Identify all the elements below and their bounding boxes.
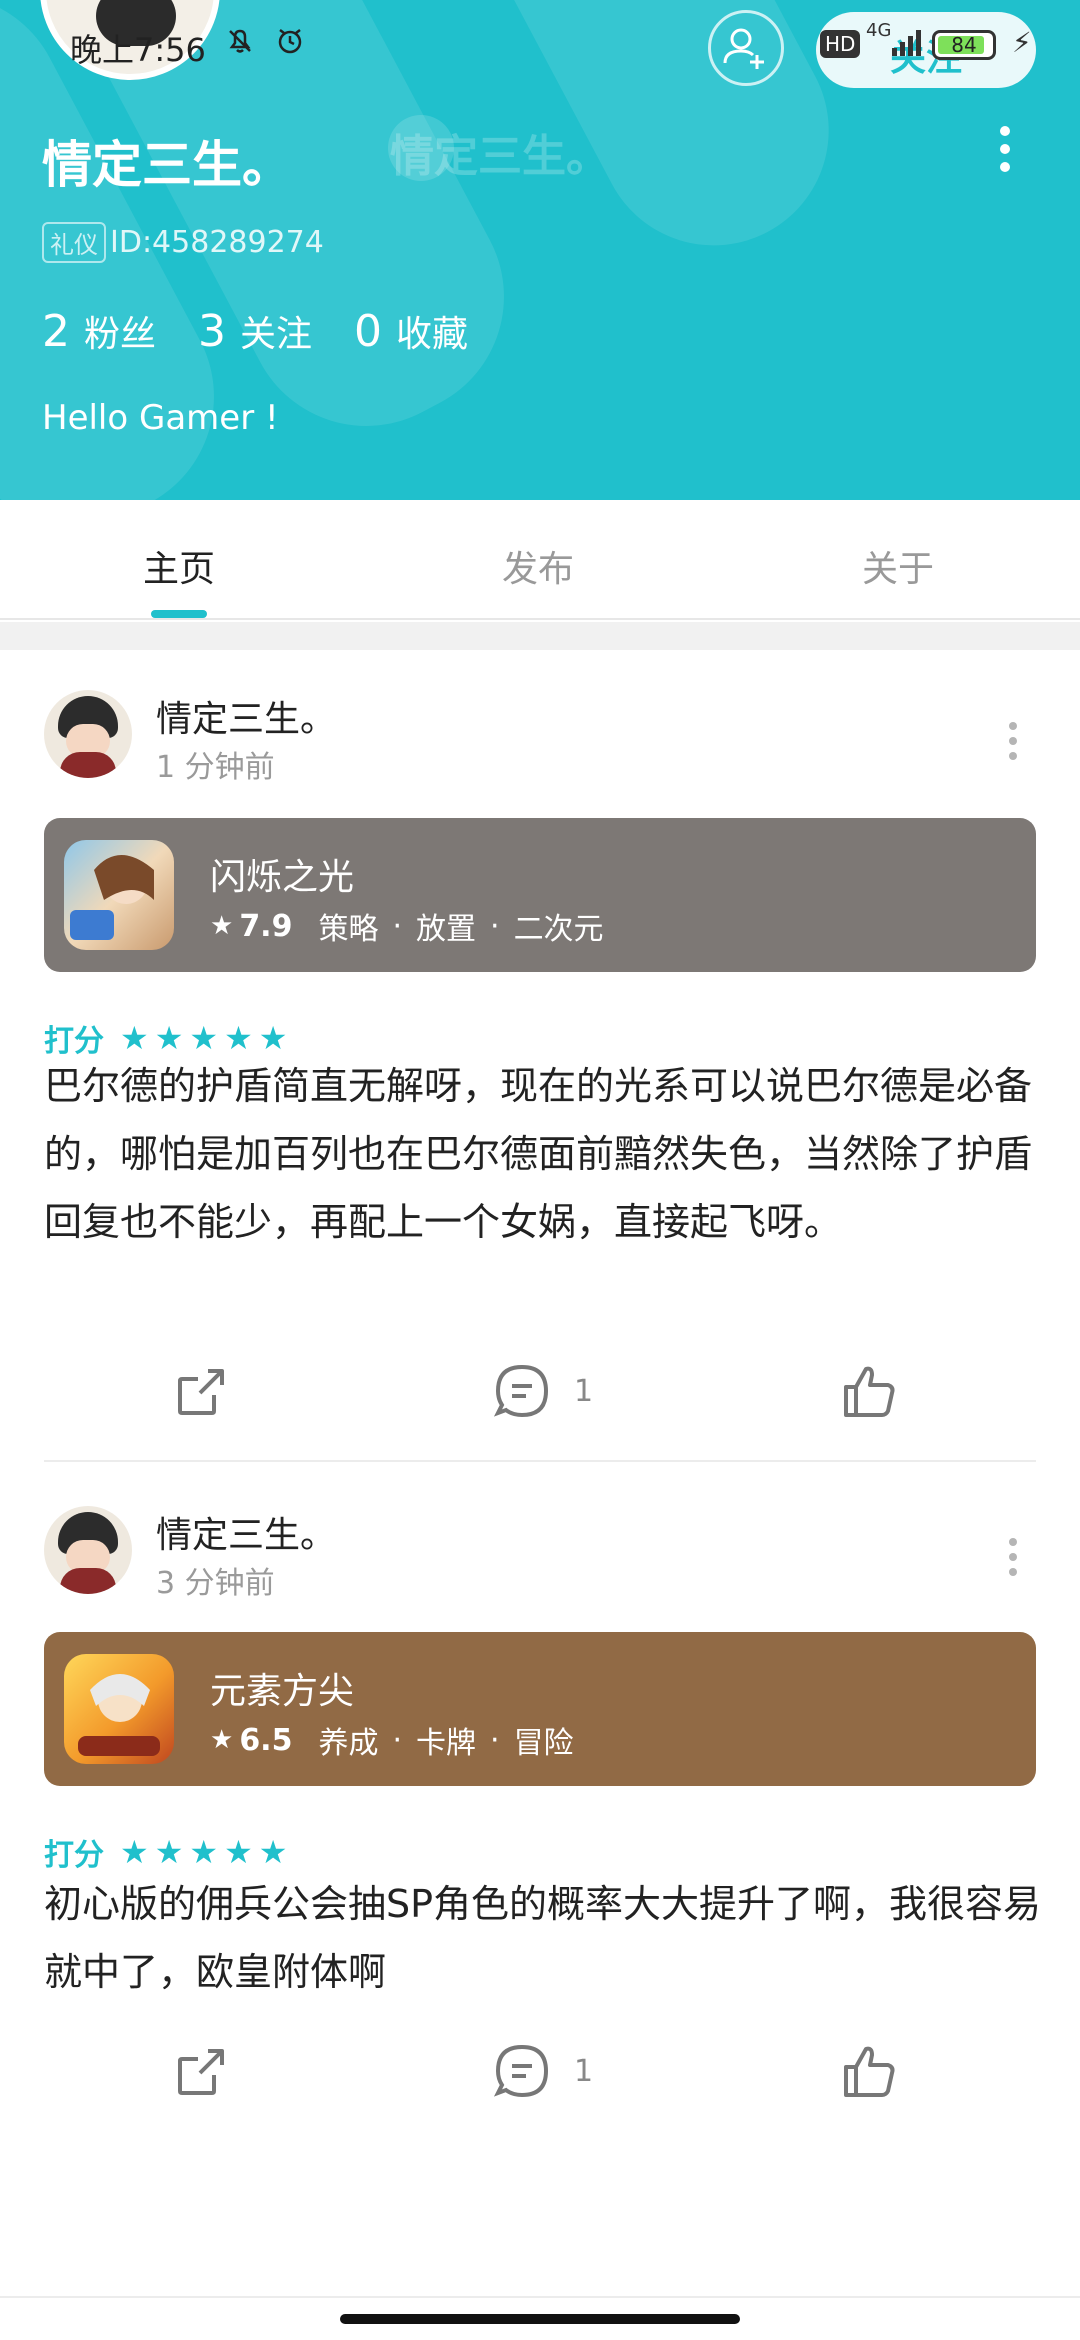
- feed-post: 情定三生。 1 分钟前 闪烁之光 ★ 7.9 策略 · 放置 · 二次元 打分 …: [0, 650, 1080, 1466]
- share-button[interactable]: [170, 2036, 230, 2106]
- game-tag: 冒险: [513, 1726, 574, 1761]
- rating-star-icon: ★: [154, 1833, 184, 1871]
- game-meta: ★ 6.5 养成 · 卡牌 · 冒险: [210, 1718, 588, 1762]
- thumbs-up-icon: [844, 1366, 895, 1417]
- like-button[interactable]: [838, 1356, 898, 1426]
- share-button[interactable]: [170, 1356, 230, 1426]
- stat-number: 2: [42, 306, 70, 357]
- rating-star-icon: ★: [189, 1833, 219, 1871]
- post-text[interactable]: 初心版的佣兵公会抽SP角色的概率大大提升了啊，我很容易就中了，欧皇附体啊: [44, 1870, 1044, 2006]
- profile-id: ID:458289274: [110, 225, 324, 260]
- comment-button[interactable]: 1: [492, 1356, 593, 1426]
- share-icon: [178, 1369, 224, 1415]
- stat-label: 收藏: [396, 314, 469, 355]
- profile-id-row: 礼仪 ID:458289274: [42, 222, 324, 263]
- profile-name: 情定三生。: [42, 136, 292, 194]
- stat-followers[interactable]: 2 粉丝: [42, 305, 156, 357]
- profile-header: 晚上7:56 关注 HD 4G 84 ⚡ 情定三生。 情定三生。 礼仪 ID:4…: [0, 0, 1080, 500]
- post-more-button[interactable]: [1006, 722, 1020, 762]
- bell-muted-icon: [222, 25, 258, 61]
- game-tag: 放置: [416, 912, 477, 947]
- game-score: 7.9: [239, 908, 293, 944]
- post-divider: [44, 1460, 1036, 1462]
- game-tag: 养成: [318, 1726, 379, 1761]
- post-author[interactable]: 情定三生。: [156, 1506, 336, 1558]
- game-meta: ★ 7.9 策略 · 放置 · 二次元: [210, 904, 618, 948]
- add-friend-button[interactable]: [708, 10, 784, 86]
- status-bar: 晚上7:56 关注 HD 4G 84 ⚡: [0, 0, 1080, 90]
- comment-icon: [493, 2044, 549, 2098]
- game-tag: 策略: [318, 912, 379, 947]
- share-icon: [178, 2049, 224, 2095]
- comment-icon: [493, 1364, 549, 1418]
- game-title: 元素方尖: [210, 1671, 355, 1712]
- rating-star-icon: ★: [224, 1833, 253, 1871]
- alarm-icon: [272, 25, 308, 61]
- stat-following[interactable]: 3 关注: [198, 305, 312, 357]
- comment-count: 1: [574, 2053, 594, 2089]
- status-time: 晚上7:56: [70, 31, 206, 69]
- author-avatar[interactable]: [44, 690, 132, 778]
- post-author[interactable]: 情定三生。: [156, 690, 336, 742]
- profile-tabs: 主页 发布 关于: [0, 500, 1080, 620]
- like-button[interactable]: [838, 2036, 898, 2106]
- feed-post: 情定三生。 3 分钟前 元素方尖 ★ 6.5 养成 · 卡牌 · 冒险 打分 ★…: [0, 1466, 1080, 2166]
- rating-star-icon: ★: [258, 1833, 288, 1871]
- battery-level: 84: [951, 33, 977, 57]
- star-icon: ★: [210, 911, 234, 941]
- stat-label: 粉丝: [84, 314, 157, 355]
- tab-active-indicator: [151, 610, 207, 618]
- game-tag: 卡牌: [416, 1726, 477, 1761]
- game-card[interactable]: 元素方尖 ★ 6.5 养成 · 卡牌 · 冒险: [44, 1632, 1036, 1786]
- section-gap: [0, 622, 1080, 650]
- tab-home[interactable]: 主页: [143, 540, 215, 592]
- profile-bio: Hello Gamer !: [42, 398, 279, 438]
- network-label: 4G: [866, 20, 892, 41]
- game-tag: 二次元: [513, 912, 604, 947]
- rating-label: 打分: [44, 1838, 104, 1873]
- battery-icon: 84: [932, 30, 996, 60]
- game-icon: [64, 840, 174, 950]
- game-score: 6.5: [239, 1722, 293, 1758]
- stat-label: 关注: [240, 314, 313, 355]
- tab-posts[interactable]: 发布: [502, 540, 574, 592]
- comment-count: 1: [574, 1373, 594, 1409]
- hd-badge: HD: [820, 30, 861, 58]
- star-icon: ★: [210, 1725, 234, 1755]
- stat-number: 0: [354, 306, 383, 357]
- stat-favorites[interactable]: 0 收藏: [354, 305, 468, 357]
- post-time: 1 分钟前: [156, 750, 275, 785]
- rating-row: 打分 ★ ★ ★ ★ ★: [44, 1830, 293, 1874]
- header-watermark-name: 情定三生。: [390, 131, 610, 182]
- author-avatar[interactable]: [44, 1506, 132, 1594]
- game-card[interactable]: 闪烁之光 ★ 7.9 策略 · 放置 · 二次元: [44, 818, 1036, 972]
- post-more-button[interactable]: [1006, 1538, 1020, 1578]
- profile-stats: 2 粉丝 3 关注 0 收藏: [42, 305, 510, 357]
- etiquette-badge: 礼仪: [42, 222, 106, 263]
- tab-about[interactable]: 关于: [862, 540, 934, 592]
- thumbs-up-icon: [844, 2046, 895, 2097]
- signal-icon: [892, 30, 921, 56]
- bottom-divider: [0, 2296, 1080, 2298]
- post-actions: 1: [0, 2036, 1080, 2116]
- comment-button[interactable]: 1: [492, 2036, 593, 2106]
- game-icon: [64, 1654, 174, 1764]
- post-text[interactable]: 巴尔德的护盾简直无解呀，现在的光系可以说巴尔德是必备的，哪怕是加百列也在巴尔德面…: [44, 1052, 1044, 1256]
- home-indicator[interactable]: [340, 2314, 740, 2324]
- stat-number: 3: [198, 306, 227, 357]
- rating-star-icon: ★: [120, 1833, 149, 1871]
- game-title: 闪烁之光: [210, 857, 355, 898]
- post-time: 3 分钟前: [156, 1566, 275, 1601]
- more-options-button[interactable]: [990, 126, 1020, 176]
- add-user-icon: [723, 28, 764, 69]
- charging-icon: ⚡: [1012, 26, 1032, 59]
- post-actions: 1: [0, 1356, 1080, 1436]
